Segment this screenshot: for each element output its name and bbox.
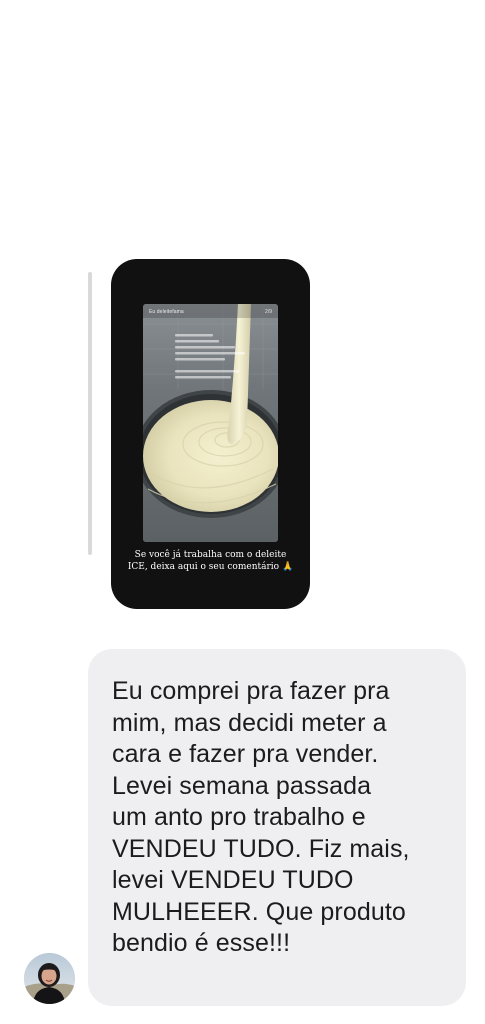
story-caption-line-1: Se você já trabalha com o deleite: [134, 550, 287, 560]
chat-screen: Eu deleitefama 2/9 Se você já trabalha c…: [0, 0, 485, 1024]
story-caption-line-2-text: ICE, deixa aqui o seu comentário: [127, 562, 280, 572]
message-text: Eu comprei pra fazer pra mim, mas decidi…: [112, 677, 410, 957]
story-image: [143, 304, 278, 542]
avatar-image: [24, 953, 75, 1004]
sender-avatar[interactable]: [24, 953, 75, 1004]
story-thumbnail[interactable]: Eu deleitefama 2/9: [143, 304, 278, 542]
story-caption: Se você já trabalha com o deleite ICE, d…: [121, 549, 300, 573]
story-reply-card[interactable]: Eu deleitefama 2/9 Se você já trabalha c…: [111, 259, 310, 609]
praying-hands-icon: 🙏: [281, 562, 294, 572]
story-username: Eu deleitefama: [149, 309, 184, 315]
story-caption-line-2: ICE, deixa aqui o seu comentário 🙏: [121, 561, 300, 573]
story-reply-indicator: [88, 272, 92, 555]
message-bubble[interactable]: Eu comprei pra fazer pra mim, mas decidi…: [88, 649, 466, 1006]
story-page-indicator: 2/9: [265, 309, 272, 315]
